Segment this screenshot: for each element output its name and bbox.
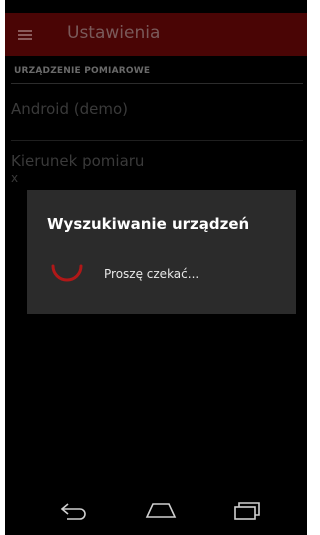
hamburger-menu-icon[interactable] xyxy=(18,30,32,40)
dialog-title: Wyszukiwanie urządzeń xyxy=(47,215,250,233)
section-header: URZĄDZENIE POMIAROWE xyxy=(14,66,151,76)
preference-divider xyxy=(11,140,303,141)
loading-spinner-icon xyxy=(51,264,83,282)
back-icon[interactable] xyxy=(59,500,89,520)
app-bar: Ustawienia xyxy=(5,13,307,56)
progress-dialog: Wyszukiwanie urządzeń Proszę czekać... xyxy=(27,190,296,314)
section-divider xyxy=(11,83,303,84)
measurement-axis-value: x xyxy=(11,171,19,185)
measurement-axis-preference[interactable]: Kierunek pomiaru xyxy=(11,152,144,170)
page-title: Ustawienia xyxy=(67,23,161,43)
phone-screen: Ustawienia URZĄDZENIE POMIAROWE Android … xyxy=(5,0,307,535)
recents-icon[interactable] xyxy=(231,500,263,522)
dialog-message: Proszę czekać... xyxy=(104,267,200,281)
home-icon[interactable] xyxy=(144,500,178,520)
device-preference[interactable]: Android (demo) xyxy=(11,100,128,118)
navigation-bar xyxy=(5,490,307,535)
